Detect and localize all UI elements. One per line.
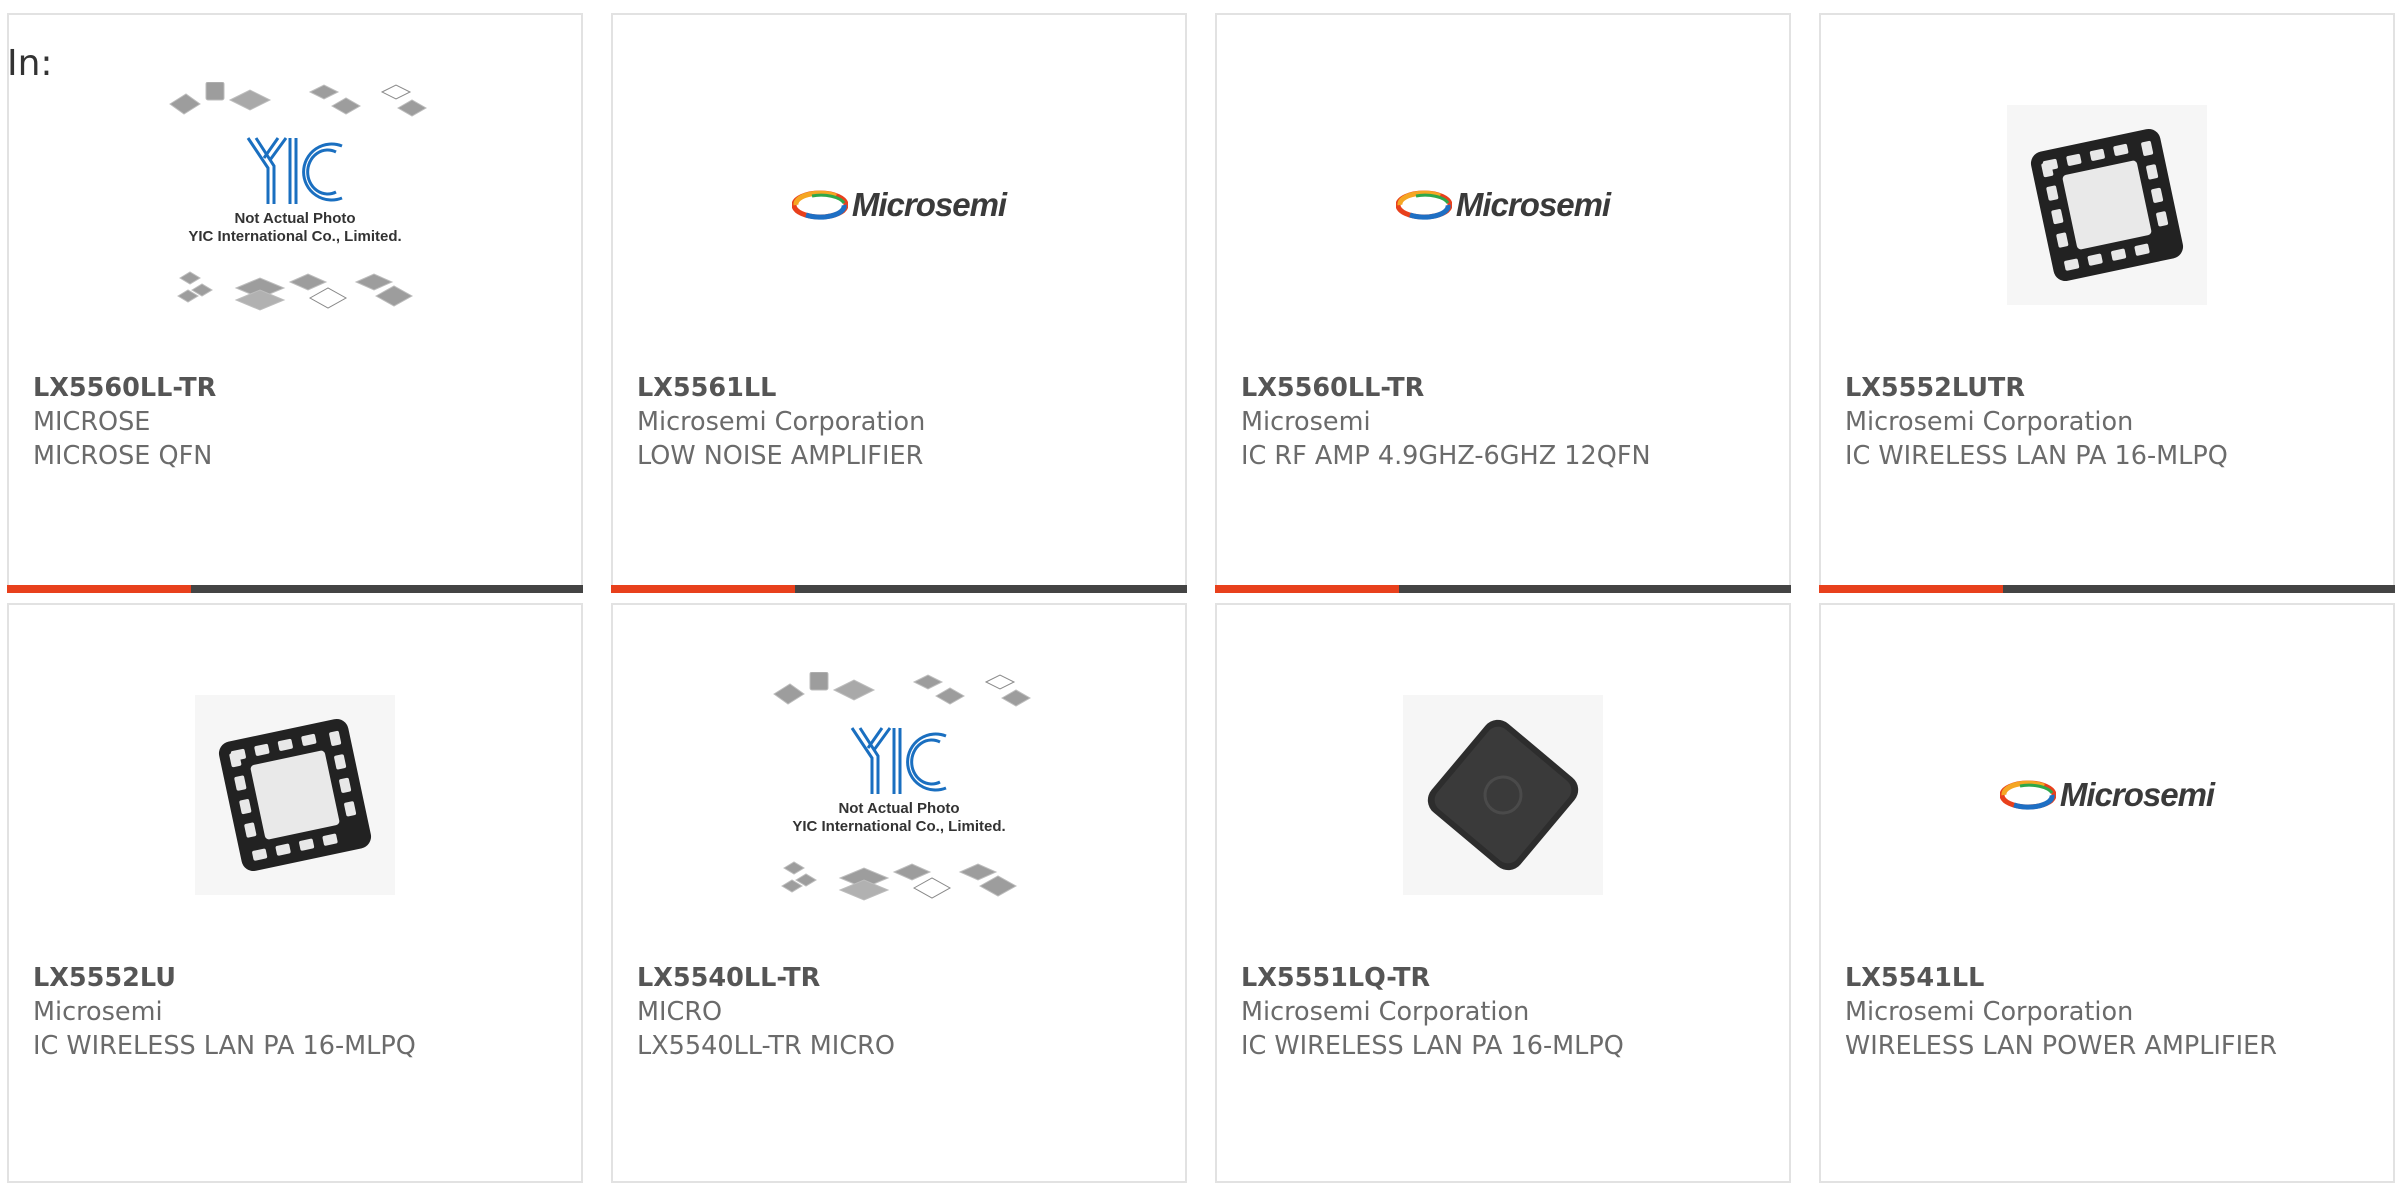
product-image[interactable] (1821, 105, 2393, 305)
manufacturer: Microsemi Corporation (1845, 407, 2134, 437)
manufacturer: Microsemi Corporation (1845, 997, 2134, 1027)
yic-placeholder-image: Not Actual Photo YIC International Co., … (160, 82, 430, 328)
dfn-chip-image (1403, 695, 1603, 895)
product-image[interactable]: Not Actual Photo YIC International Co., … (613, 672, 1185, 901)
product-info: LX5560LL-TR Microsemi IC RF AMP 4.9GHZ-6… (1241, 371, 1769, 473)
part-number[interactable]: LX5540LL-TR (637, 961, 1165, 995)
product-card[interactable]: Microsemi LX5541LL Microsemi Corporation… (1819, 603, 2395, 1183)
description: IC WIRELESS LAN PA 16-MLPQ (1845, 441, 2228, 471)
product-card[interactable]: LX5551LQ-TR Microsemi Corporation IC WIR… (1215, 603, 1791, 1183)
product-image[interactable]: Microsemi (613, 105, 1185, 305)
description: LX5540LL-TR MICRO (637, 1031, 895, 1061)
product-info: LX5561LL Microsemi Corporation LOW NOISE… (637, 371, 1165, 473)
product-image[interactable] (1217, 695, 1789, 895)
microsemi-logo: Microsemi (1395, 186, 1611, 224)
description: IC WIRELESS LAN PA 16-MLPQ (1241, 1031, 1624, 1061)
product-card[interactable]: LX5552LUTR Microsemi Corporation IC WIRE… (1819, 13, 2395, 593)
part-number[interactable]: LX5560LL-TR (1241, 371, 1769, 405)
product-info: LX5552LUTR Microsemi Corporation IC WIRE… (1845, 371, 2373, 473)
yic-placeholder-image: Not Actual Photo YIC International Co., … (764, 672, 1034, 918)
description: LOW NOISE AMPLIFIER (637, 441, 924, 471)
product-info: LX5560LL-TR MICROSE MICROSE QFN (33, 371, 561, 473)
description: IC WIRELESS LAN PA 16-MLPQ (33, 1031, 416, 1061)
product-card[interactable]: LX5552LU Microsemi IC WIRELESS LAN PA 16… (7, 603, 583, 1183)
qfn16-chip-image (195, 695, 395, 895)
product-card[interactable]: Microsemi LX5561LL Microsemi Corporation… (611, 13, 1187, 593)
placeholder-line-2: YIC International Co., Limited. (188, 228, 402, 245)
card-bar-accent (611, 585, 795, 593)
product-image[interactable]: Microsemi (1821, 695, 2393, 895)
part-number[interactable]: LX5560LL-TR (33, 371, 561, 405)
product-image[interactable] (9, 695, 581, 895)
product-info: LX5540LL-TR MICRO LX5540LL-TR MICRO (637, 961, 1165, 1063)
logo-text: Microsemi (1455, 186, 1611, 223)
manufacturer: MICRO (637, 997, 723, 1027)
swirl-icon (791, 190, 848, 220)
part-number[interactable]: LX5551LQ-TR (1241, 961, 1769, 995)
description: MICROSE QFN (33, 441, 213, 471)
placeholder-line-1: Not Actual Photo (838, 800, 960, 817)
logo-text: Microsemi (851, 186, 1007, 223)
product-info: LX5541LL Microsemi Corporation WIRELESS … (1845, 961, 2373, 1063)
card-bar-accent (1215, 585, 1399, 593)
swirl-icon (1395, 190, 1452, 220)
product-card[interactable]: Microsemi LX5560LL-TR Microsemi IC RF AM… (1215, 13, 1791, 593)
manufacturer: Microsemi Corporation (637, 407, 926, 437)
manufacturer: Microsemi (33, 997, 163, 1027)
qfn16-chip-image (2007, 105, 2207, 305)
card-progress-bar (1215, 585, 1791, 593)
card-progress-bar (1819, 585, 2395, 593)
part-number[interactable]: LX5552LU (33, 961, 561, 995)
product-image[interactable]: Not Actual Photo YIC International Co., … (9, 82, 581, 311)
microsemi-logo: Microsemi (791, 186, 1007, 224)
product-image[interactable]: Microsemi (1217, 105, 1789, 305)
card-bar-accent (1819, 585, 2003, 593)
description: WIRELESS LAN POWER AMPLIFIER (1845, 1031, 2277, 1061)
logo-text: Microsemi (2059, 776, 2215, 813)
product-card[interactable]: Not Actual Photo YIC International Co., … (611, 603, 1187, 1183)
part-number[interactable]: LX5561LL (637, 371, 1165, 405)
card-progress-bar (611, 585, 1187, 593)
placeholder-line-2: YIC International Co., Limited. (792, 818, 1006, 835)
placeholder-line-1: Not Actual Photo (234, 210, 356, 227)
part-number[interactable]: LX5541LL (1845, 961, 2373, 995)
product-card[interactable]: Not Actual Photo YIC International Co., … (7, 13, 583, 593)
yic-logo-icon (850, 727, 947, 794)
swirl-icon (1999, 780, 2056, 810)
card-progress-bar (7, 585, 583, 593)
manufacturer: MICROSE (33, 407, 151, 437)
filter-label: In: (7, 43, 53, 84)
yic-logo-icon (246, 137, 343, 204)
manufacturer: Microsemi Corporation (1241, 997, 1530, 1027)
microsemi-logo: Microsemi (1999, 776, 2215, 814)
product-info: LX5552LU Microsemi IC WIRELESS LAN PA 16… (33, 961, 561, 1063)
manufacturer: Microsemi (1241, 407, 1371, 437)
part-number[interactable]: LX5552LUTR (1845, 371, 2373, 405)
description: IC RF AMP 4.9GHZ-6GHZ 12QFN (1241, 441, 1651, 471)
product-info: LX5551LQ-TR Microsemi Corporation IC WIR… (1241, 961, 1769, 1063)
card-bar-accent (7, 585, 191, 593)
